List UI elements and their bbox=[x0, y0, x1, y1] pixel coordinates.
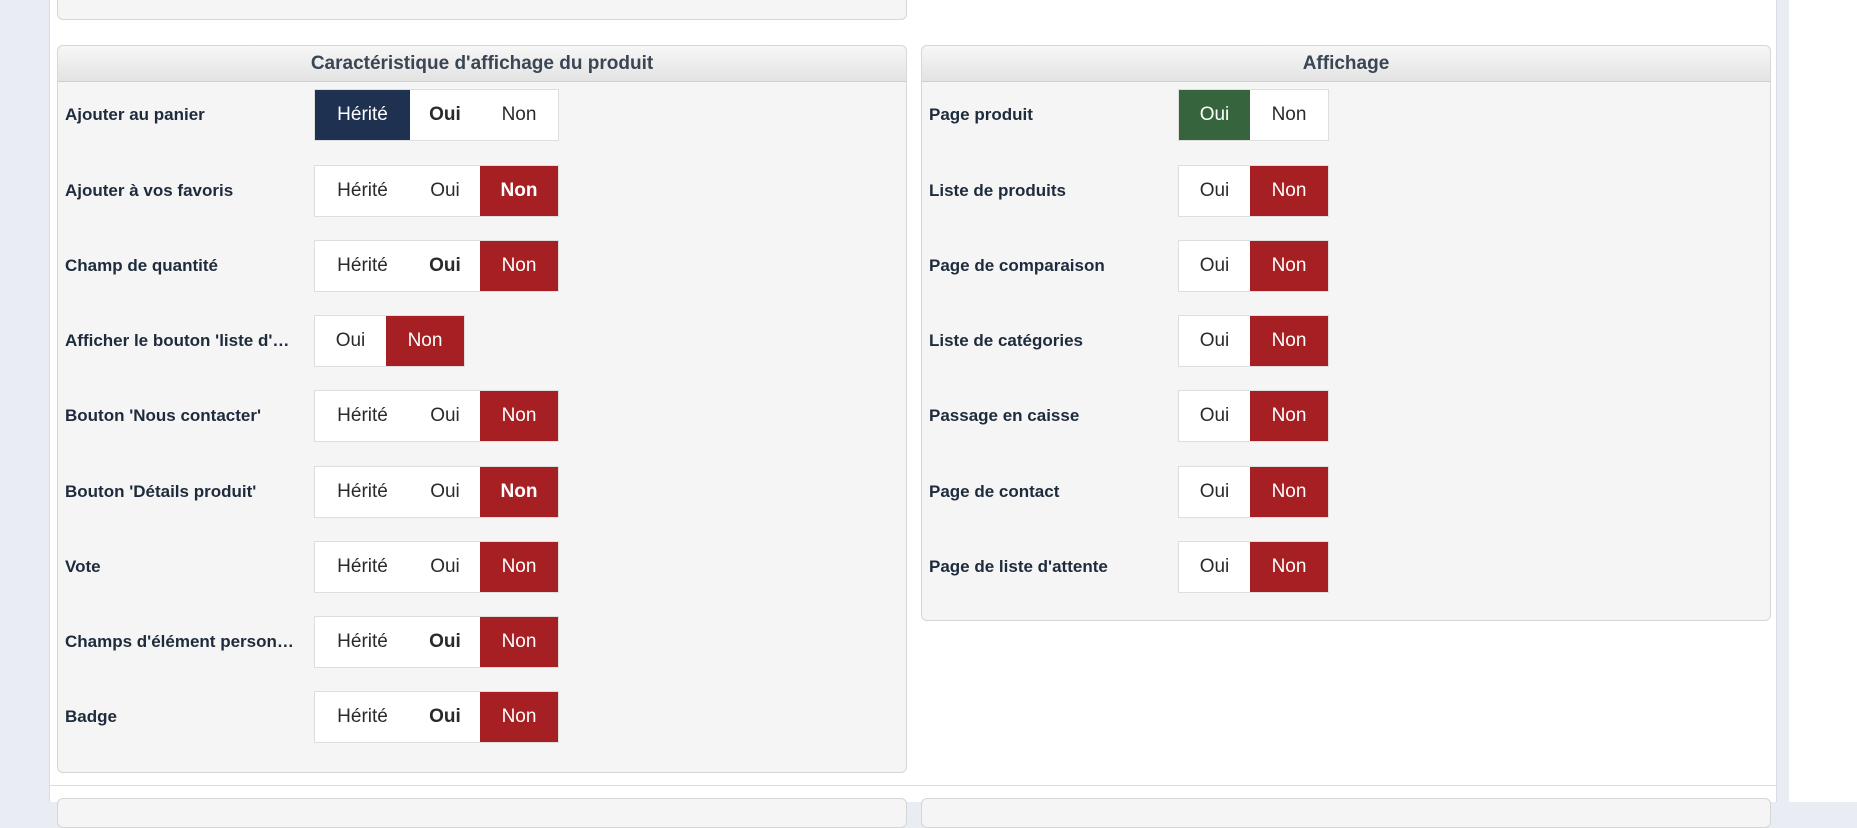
option-no[interactable]: Non bbox=[1250, 391, 1328, 441]
setting-row-product-page: Page produit Oui Non bbox=[922, 89, 1770, 143]
option-no[interactable]: Non bbox=[480, 542, 558, 592]
setting-row-vote: Vote Hérité Oui Non bbox=[58, 541, 906, 595]
product-display-panel: Caractéristique d'affichage du produit A… bbox=[57, 45, 907, 773]
option-yes[interactable]: Oui bbox=[410, 542, 480, 592]
setting-label: Vote bbox=[65, 557, 101, 576]
toggle-category-list: Oui Non bbox=[1178, 315, 1329, 367]
setting-label: Passage en caisse bbox=[929, 406, 1080, 425]
option-yes[interactable]: Oui bbox=[1179, 241, 1250, 291]
option-yes[interactable]: Oui bbox=[410, 391, 480, 441]
toggle-waitlist-button: Oui Non bbox=[314, 315, 465, 367]
setting-row-quantity-field: Champ de quantité Hérité Oui Non bbox=[58, 240, 906, 294]
option-no[interactable]: Non bbox=[1250, 90, 1328, 140]
toggle-comparison-page: Oui Non bbox=[1178, 240, 1329, 292]
toggle-product-page: Oui Non bbox=[1178, 89, 1329, 141]
option-yes[interactable]: Oui bbox=[410, 692, 480, 742]
setting-row-product-details-button: Bouton 'Détails produit' Hérité Oui Non bbox=[58, 466, 906, 520]
toggle-product-list: Oui Non bbox=[1178, 165, 1329, 217]
option-no[interactable]: Non bbox=[1250, 166, 1328, 216]
setting-row-waitlist-page: Page de liste d'attente Oui Non bbox=[922, 541, 1770, 595]
option-no[interactable]: Non bbox=[480, 467, 558, 517]
toggle-add-to-cart: Hérité Oui Non bbox=[314, 89, 559, 141]
next-panel-left-top bbox=[57, 798, 907, 828]
setting-row-badge: Badge Hérité Oui Non bbox=[58, 691, 906, 745]
setting-label: Champ de quantité bbox=[65, 256, 219, 275]
setting-label: Page produit bbox=[929, 105, 1033, 124]
setting-label: Afficher le bouton 'liste d'at... bbox=[65, 331, 297, 350]
option-inherited[interactable]: Hérité bbox=[315, 542, 410, 592]
option-inherited[interactable]: Hérité bbox=[315, 90, 410, 140]
page-right-margin bbox=[1789, 0, 1857, 802]
toggle-waitlist-page: Oui Non bbox=[1178, 541, 1329, 593]
toggle-add-to-favorites: Hérité Oui Non bbox=[314, 165, 559, 217]
option-yes[interactable]: Oui bbox=[410, 90, 480, 140]
option-yes[interactable]: Oui bbox=[1179, 542, 1250, 592]
setting-label: Bouton 'Détails produit' bbox=[65, 482, 257, 501]
setting-row-add-to-cart: Ajouter au panier Hérité Oui Non bbox=[58, 89, 906, 143]
option-yes[interactable]: Oui bbox=[1179, 391, 1250, 441]
previous-panel-bottom bbox=[57, 0, 907, 20]
option-yes[interactable]: Oui bbox=[1179, 467, 1250, 517]
main-content: Caractéristique d'affichage du produit A… bbox=[49, 0, 1777, 828]
option-inherited[interactable]: Hérité bbox=[315, 617, 410, 667]
option-no[interactable]: Non bbox=[480, 166, 558, 216]
setting-label: Champs d'élément personn... bbox=[65, 632, 297, 651]
option-no[interactable]: Non bbox=[1250, 542, 1328, 592]
next-panel-right-top bbox=[921, 798, 1771, 828]
option-no[interactable]: Non bbox=[480, 617, 558, 667]
toggle-custom-fields: Hérité Oui Non bbox=[314, 616, 559, 668]
option-yes[interactable]: Oui bbox=[410, 617, 480, 667]
setting-row-checkout: Passage en caisse Oui Non bbox=[922, 390, 1770, 444]
option-no[interactable]: Non bbox=[1250, 467, 1328, 517]
setting-row-product-list: Liste de produits Oui Non bbox=[922, 165, 1770, 219]
setting-label: Page de contact bbox=[929, 482, 1060, 501]
setting-row-contact-page: Page de contact Oui Non bbox=[922, 466, 1770, 520]
setting-label: Ajouter à vos favoris bbox=[65, 181, 234, 200]
setting-row-add-to-favorites: Ajouter à vos favoris Hérité Oui Non bbox=[58, 165, 906, 219]
option-no[interactable]: Non bbox=[480, 241, 558, 291]
option-no[interactable]: Non bbox=[480, 391, 558, 441]
toggle-vote: Hérité Oui Non bbox=[314, 541, 559, 593]
toggle-contact-button: Hérité Oui Non bbox=[314, 390, 559, 442]
toggle-contact-page: Oui Non bbox=[1178, 466, 1329, 518]
setting-label: Bouton 'Nous contacter' bbox=[65, 406, 262, 425]
option-yes[interactable]: Oui bbox=[410, 467, 480, 517]
option-no[interactable]: Non bbox=[1250, 241, 1328, 291]
option-yes[interactable]: Oui bbox=[315, 316, 386, 366]
setting-row-category-list: Liste de catégories Oui Non bbox=[922, 315, 1770, 369]
option-yes[interactable]: Oui bbox=[1179, 90, 1250, 140]
option-inherited[interactable]: Hérité bbox=[315, 467, 410, 517]
option-no[interactable]: Non bbox=[386, 316, 464, 366]
option-inherited[interactable]: Hérité bbox=[315, 692, 410, 742]
option-inherited[interactable]: Hérité bbox=[315, 391, 410, 441]
option-yes[interactable]: Oui bbox=[1179, 316, 1250, 366]
toggle-checkout: Oui Non bbox=[1178, 390, 1329, 442]
panel-title: Affichage bbox=[922, 46, 1770, 82]
setting-row-waitlist-button: Afficher le bouton 'liste d'at... Oui No… bbox=[58, 315, 906, 369]
setting-row-custom-fields: Champs d'élément personn... Hérité Oui N… bbox=[58, 616, 906, 670]
setting-label: Liste de produits bbox=[929, 181, 1066, 200]
option-inherited[interactable]: Hérité bbox=[315, 166, 410, 216]
option-no[interactable]: Non bbox=[1250, 316, 1328, 366]
setting-label: Ajouter au panier bbox=[65, 105, 205, 124]
setting-label: Page de liste d'attente bbox=[929, 557, 1108, 576]
option-no[interactable]: Non bbox=[480, 692, 558, 742]
setting-label: Liste de catégories bbox=[929, 331, 1084, 350]
display-panel: Affichage Page produit Oui Non Liste de … bbox=[921, 45, 1771, 621]
setting-label: Page de comparaison bbox=[929, 256, 1105, 275]
option-yes[interactable]: Oui bbox=[410, 166, 480, 216]
option-yes[interactable]: Oui bbox=[410, 241, 480, 291]
toggle-product-details-button: Hérité Oui Non bbox=[314, 466, 559, 518]
option-no[interactable]: Non bbox=[480, 90, 558, 140]
panel-title: Caractéristique d'affichage du produit bbox=[58, 46, 906, 82]
setting-row-contact-button: Bouton 'Nous contacter' Hérité Oui Non bbox=[58, 390, 906, 444]
toggle-quantity-field: Hérité Oui Non bbox=[314, 240, 559, 292]
setting-row-comparison-page: Page de comparaison Oui Non bbox=[922, 240, 1770, 294]
toggle-badge: Hérité Oui Non bbox=[314, 691, 559, 743]
option-inherited[interactable]: Hérité bbox=[315, 241, 410, 291]
option-yes[interactable]: Oui bbox=[1179, 166, 1250, 216]
setting-label: Badge bbox=[65, 707, 117, 726]
section-divider bbox=[50, 785, 1776, 786]
